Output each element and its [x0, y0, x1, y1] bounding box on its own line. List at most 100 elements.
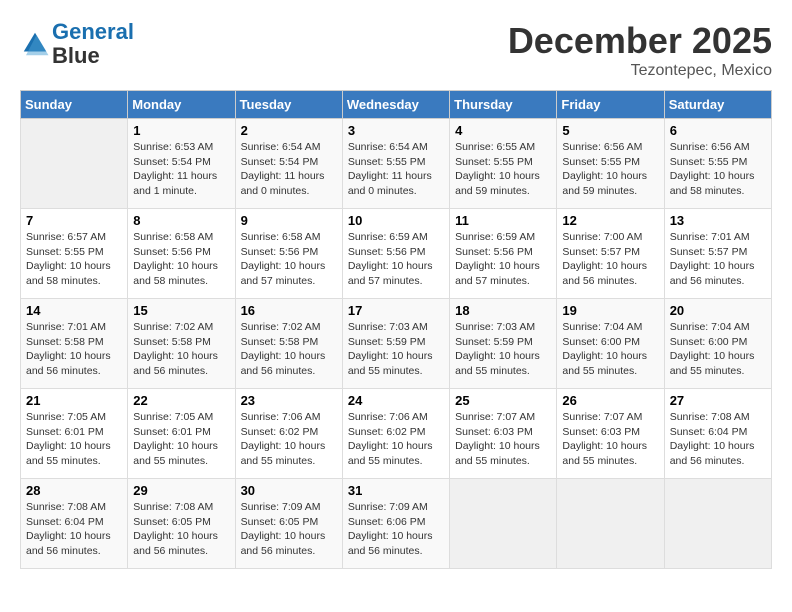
day-info: Sunrise: 7:01 AM Sunset: 5:57 PM Dayligh… [670, 230, 766, 289]
day-info: Sunrise: 7:06 AM Sunset: 6:02 PM Dayligh… [241, 410, 337, 469]
title-block: December 2025 Tezontepec, Mexico [508, 20, 772, 80]
day-cell [450, 479, 557, 569]
day-info: Sunrise: 7:02 AM Sunset: 5:58 PM Dayligh… [133, 320, 229, 379]
day-info: Sunrise: 7:04 AM Sunset: 6:00 PM Dayligh… [562, 320, 658, 379]
day-cell: 10 Sunrise: 6:59 AM Sunset: 5:56 PM Dayli… [342, 209, 449, 299]
page-header: General Blue December 2025 Tezontepec, M… [20, 20, 772, 80]
day-number: 31 [348, 483, 444, 498]
calendar-table: SundayMondayTuesdayWednesdayThursdayFrid… [20, 90, 772, 569]
day-cell [557, 479, 664, 569]
day-number: 18 [455, 303, 551, 318]
day-cell: 27 Sunrise: 7:08 AM Sunset: 6:04 PM Dayli… [664, 389, 771, 479]
month-title: December 2025 [508, 20, 772, 62]
day-number: 17 [348, 303, 444, 318]
day-info: Sunrise: 6:59 AM Sunset: 5:56 PM Dayligh… [455, 230, 551, 289]
day-cell: 3 Sunrise: 6:54 AM Sunset: 5:55 PM Daylig… [342, 119, 449, 209]
calendar-header-row: SundayMondayTuesdayWednesdayThursdayFrid… [21, 91, 772, 119]
day-info: Sunrise: 7:09 AM Sunset: 6:05 PM Dayligh… [241, 500, 337, 559]
day-cell [21, 119, 128, 209]
day-number: 26 [562, 393, 658, 408]
logo-text: General Blue [52, 20, 134, 68]
day-info: Sunrise: 6:57 AM Sunset: 5:55 PM Dayligh… [26, 230, 122, 289]
day-number: 13 [670, 213, 766, 228]
day-number: 29 [133, 483, 229, 498]
day-cell [664, 479, 771, 569]
day-cell: 6 Sunrise: 6:56 AM Sunset: 5:55 PM Daylig… [664, 119, 771, 209]
day-number: 9 [241, 213, 337, 228]
week-row-1: 1Sunrise: 6:53 AM Sunset: 5:54 PM Daylig… [21, 119, 772, 209]
day-info: Sunrise: 7:05 AM Sunset: 6:01 PM Dayligh… [133, 410, 229, 469]
week-row-5: 28Sunrise: 7:08 AM Sunset: 6:04 PM Dayli… [21, 479, 772, 569]
day-info: Sunrise: 7:05 AM Sunset: 6:01 PM Dayligh… [26, 410, 122, 469]
day-number: 4 [455, 123, 551, 138]
day-number: 27 [670, 393, 766, 408]
day-cell: 31Sunrise: 7:09 AM Sunset: 6:06 PM Dayli… [342, 479, 449, 569]
day-number: 7 [26, 213, 122, 228]
day-cell: 13 Sunrise: 7:01 AM Sunset: 5:57 PM Dayli… [664, 209, 771, 299]
day-info: Sunrise: 7:06 AM Sunset: 6:02 PM Dayligh… [348, 410, 444, 469]
day-number: 10 [348, 213, 444, 228]
day-cell: 15 Sunrise: 7:02 AM Sunset: 5:58 PM Dayli… [128, 299, 235, 389]
day-info: Sunrise: 7:07 AM Sunset: 6:03 PM Dayligh… [562, 410, 658, 469]
day-cell: 17 Sunrise: 7:03 AM Sunset: 5:59 PM Dayli… [342, 299, 449, 389]
day-cell: 12 Sunrise: 7:00 AM Sunset: 5:57 PM Dayli… [557, 209, 664, 299]
day-cell: 30 Sunrise: 7:09 AM Sunset: 6:05 PM Dayli… [235, 479, 342, 569]
day-cell: 1Sunrise: 6:53 AM Sunset: 5:54 PM Daylig… [128, 119, 235, 209]
day-info: Sunrise: 7:01 AM Sunset: 5:58 PM Dayligh… [26, 320, 122, 379]
header-sunday: Sunday [21, 91, 128, 119]
day-cell: 14 Sunrise: 7:01 AM Sunset: 5:58 PM Dayli… [21, 299, 128, 389]
day-info: Sunrise: 7:03 AM Sunset: 5:59 PM Dayligh… [348, 320, 444, 379]
day-number: 19 [562, 303, 658, 318]
day-number: 21 [26, 393, 122, 408]
day-cell: 11Sunrise: 6:59 AM Sunset: 5:56 PM Dayli… [450, 209, 557, 299]
day-number: 12 [562, 213, 658, 228]
week-row-4: 21 Sunrise: 7:05 AM Sunset: 6:01 PM Dayli… [21, 389, 772, 479]
day-cell: 21 Sunrise: 7:05 AM Sunset: 6:01 PM Dayli… [21, 389, 128, 479]
day-cell: 18 Sunrise: 7:03 AM Sunset: 5:59 PM Dayli… [450, 299, 557, 389]
day-number: 14 [26, 303, 122, 318]
day-cell: 9 Sunrise: 6:58 AM Sunset: 5:56 PM Daylig… [235, 209, 342, 299]
day-info: Sunrise: 6:56 AM Sunset: 5:55 PM Dayligh… [670, 140, 766, 199]
header-tuesday: Tuesday [235, 91, 342, 119]
day-number: 6 [670, 123, 766, 138]
week-row-3: 14 Sunrise: 7:01 AM Sunset: 5:58 PM Dayli… [21, 299, 772, 389]
day-info: Sunrise: 6:56 AM Sunset: 5:55 PM Dayligh… [562, 140, 658, 199]
day-number: 25 [455, 393, 551, 408]
day-info: Sunrise: 7:08 AM Sunset: 6:04 PM Dayligh… [670, 410, 766, 469]
day-number: 8 [133, 213, 229, 228]
day-info: Sunrise: 7:03 AM Sunset: 5:59 PM Dayligh… [455, 320, 551, 379]
day-number: 15 [133, 303, 229, 318]
header-thursday: Thursday [450, 91, 557, 119]
day-info: Sunrise: 6:58 AM Sunset: 5:56 PM Dayligh… [241, 230, 337, 289]
day-cell: 22Sunrise: 7:05 AM Sunset: 6:01 PM Dayli… [128, 389, 235, 479]
day-cell: 2 Sunrise: 6:54 AM Sunset: 5:54 PM Daylig… [235, 119, 342, 209]
day-number: 2 [241, 123, 337, 138]
day-info: Sunrise: 6:54 AM Sunset: 5:54 PM Dayligh… [241, 140, 337, 199]
day-info: Sunrise: 7:07 AM Sunset: 6:03 PM Dayligh… [455, 410, 551, 469]
logo-icon [20, 29, 50, 59]
day-number: 30 [241, 483, 337, 498]
day-info: Sunrise: 7:08 AM Sunset: 6:05 PM Dayligh… [133, 500, 229, 559]
day-info: Sunrise: 7:00 AM Sunset: 5:57 PM Dayligh… [562, 230, 658, 289]
day-info: Sunrise: 7:04 AM Sunset: 6:00 PM Dayligh… [670, 320, 766, 379]
day-cell: 23Sunrise: 7:06 AM Sunset: 6:02 PM Dayli… [235, 389, 342, 479]
day-cell: 5Sunrise: 6:56 AM Sunset: 5:55 PM Daylig… [557, 119, 664, 209]
day-info: Sunrise: 6:59 AM Sunset: 5:56 PM Dayligh… [348, 230, 444, 289]
day-cell: 24Sunrise: 7:06 AM Sunset: 6:02 PM Dayli… [342, 389, 449, 479]
day-number: 3 [348, 123, 444, 138]
day-info: Sunrise: 6:54 AM Sunset: 5:55 PM Dayligh… [348, 140, 444, 199]
day-info: Sunrise: 7:02 AM Sunset: 5:58 PM Dayligh… [241, 320, 337, 379]
day-number: 16 [241, 303, 337, 318]
day-cell: 16 Sunrise: 7:02 AM Sunset: 5:58 PM Dayli… [235, 299, 342, 389]
day-cell: 26 Sunrise: 7:07 AM Sunset: 6:03 PM Dayli… [557, 389, 664, 479]
day-cell: 7 Sunrise: 6:57 AM Sunset: 5:55 PM Daylig… [21, 209, 128, 299]
day-info: Sunrise: 6:55 AM Sunset: 5:55 PM Dayligh… [455, 140, 551, 199]
day-cell: 25 Sunrise: 7:07 AM Sunset: 6:03 PM Dayli… [450, 389, 557, 479]
day-number: 20 [670, 303, 766, 318]
header-friday: Friday [557, 91, 664, 119]
header-wednesday: Wednesday [342, 91, 449, 119]
day-number: 1 [133, 123, 229, 138]
day-number: 28 [26, 483, 122, 498]
day-cell: 20 Sunrise: 7:04 AM Sunset: 6:00 PM Dayli… [664, 299, 771, 389]
day-cell: 29 Sunrise: 7:08 AM Sunset: 6:05 PM Dayli… [128, 479, 235, 569]
